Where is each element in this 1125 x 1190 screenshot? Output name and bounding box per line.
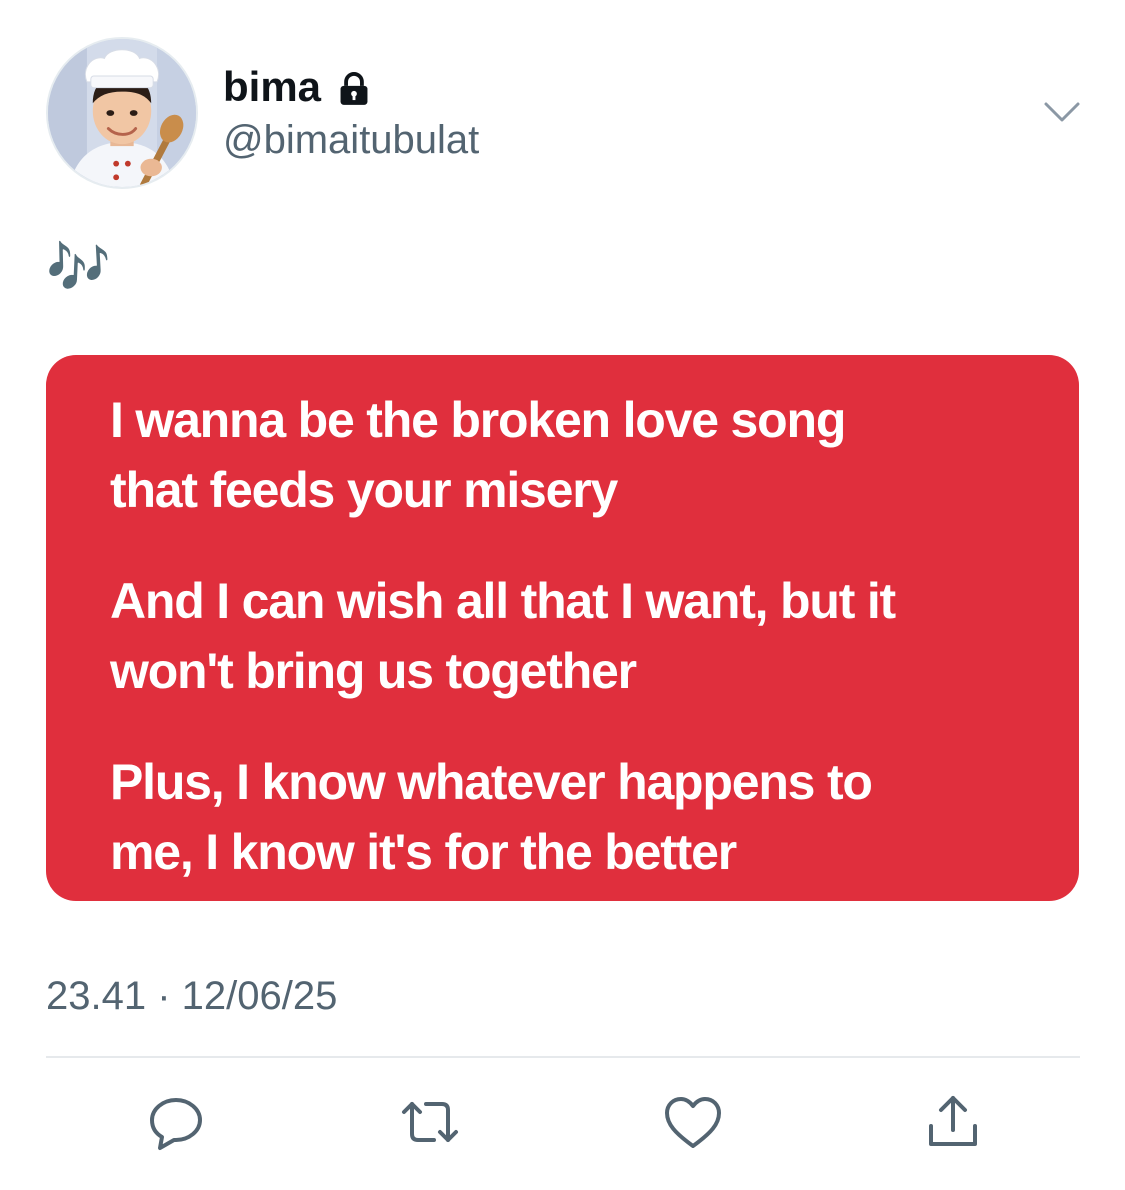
lyric-line: I wanna be the broken love song that fee… — [110, 392, 846, 518]
retweet-button[interactable] — [398, 1090, 462, 1154]
chevron-down-icon[interactable] — [1040, 96, 1084, 130]
avatar-image — [48, 39, 196, 187]
lyric-line: And I can wish all that I want, but it w… — [110, 573, 896, 699]
avatar[interactable] — [46, 37, 198, 189]
tweet: bima @bimaitubulat 🎶 I wanna be the brok… — [0, 0, 1125, 1190]
retweet-icon — [402, 1102, 458, 1142]
timestamp[interactable]: 23.41 · 12/06/25 — [46, 972, 337, 1020]
heart-icon — [665, 1097, 721, 1148]
share-icon — [929, 1096, 977, 1146]
like-button[interactable] — [661, 1090, 725, 1154]
lyric-line: Plus, I know whatever happens to me, I k… — [110, 754, 873, 880]
reply-button[interactable] — [144, 1090, 208, 1154]
share-button[interactable] — [921, 1090, 985, 1154]
display-name-row: bima — [223, 62, 373, 112]
user-handle[interactable]: @bimaitubulat — [223, 116, 479, 164]
lyrics-card[interactable]: I wanna be the broken love song that fee… — [46, 355, 1079, 901]
tweet-text: 🎶 — [46, 238, 111, 298]
reply-icon — [150, 1098, 202, 1150]
display-name[interactable]: bima — [223, 62, 321, 112]
divider — [46, 1056, 1080, 1058]
lock-icon — [340, 72, 368, 105]
